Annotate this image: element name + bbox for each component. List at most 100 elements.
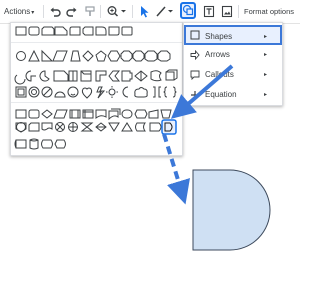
flowchart-preparation-shape xyxy=(134,109,148,119)
donut-hole xyxy=(31,89,37,95)
line-tool-button[interactable] xyxy=(155,3,177,20)
round-corner-rectangle-shape xyxy=(69,26,81,36)
text-box-icon xyxy=(203,5,215,18)
chevron-right-icon: ▸ xyxy=(264,92,268,98)
shapes-palette xyxy=(10,22,183,156)
pie-shape xyxy=(14,74,26,85)
pie-wedge-shape xyxy=(39,70,50,82)
heart-shape xyxy=(81,87,93,99)
chevron-right-icon: ▸ xyxy=(264,72,268,78)
sun-rays xyxy=(106,86,118,98)
flowchart-stored-data-shape xyxy=(135,122,146,132)
flowchart-delay-shape-small xyxy=(149,122,162,132)
square-shape-icon xyxy=(190,30,200,40)
snip-corner-rectangle-shape xyxy=(41,26,55,36)
rectangle-shapes-row xyxy=(15,26,133,36)
menu-item-label: Shapes xyxy=(205,32,233,41)
dodecagon-shape xyxy=(157,50,171,62)
flowchart-alternate-process-shape xyxy=(28,109,40,119)
chevron-down-icon: ▾ xyxy=(31,10,35,16)
moon-shape xyxy=(122,86,129,98)
drawing-editor: Actions▾ Format options Shapes ▸ Arrows … xyxy=(0,0,300,283)
menu-item-callouts[interactable]: Callouts ▸ xyxy=(184,65,282,85)
lightning-bolt-shape xyxy=(96,86,106,99)
flowchart-sort-shape xyxy=(95,122,107,132)
flowchart-manual-input-shape xyxy=(148,109,159,119)
trapezoid-shape xyxy=(70,50,81,62)
plus-icon xyxy=(191,91,199,99)
undo-button[interactable] xyxy=(49,3,61,20)
image-button[interactable] xyxy=(221,3,233,20)
text-box-button[interactable] xyxy=(203,3,215,20)
chevron-right-icon: ▸ xyxy=(264,34,268,40)
sun-shape xyxy=(108,88,116,96)
drawing-toolbar: Actions▾ Format options xyxy=(0,0,300,24)
menu-item-shapes[interactable]: Shapes ▸ xyxy=(184,25,282,45)
redo-icon xyxy=(66,7,77,17)
shape-icon xyxy=(182,4,194,16)
chevron-right-icon: ▸ xyxy=(264,52,268,58)
flowchart-process-shape xyxy=(15,109,27,119)
shape-tool-button[interactable] xyxy=(180,2,196,19)
predefined-process-lines xyxy=(71,110,79,118)
plaque-shape xyxy=(80,70,92,82)
triangle-shape xyxy=(28,49,40,62)
undo-icon xyxy=(50,7,61,17)
redo-button[interactable] xyxy=(66,3,78,20)
flowchart-multidocument-shape xyxy=(108,108,121,121)
basic-shapes-row-1 xyxy=(16,49,171,62)
menu-item-label: Equation xyxy=(205,90,237,99)
paint-format-button[interactable] xyxy=(84,3,96,20)
menu-item-label: Arrows xyxy=(205,50,230,59)
frame-inner xyxy=(17,88,25,96)
cross-shape xyxy=(121,70,133,82)
paint-format-icon xyxy=(85,6,95,16)
actions-menu[interactable]: Actions▾ xyxy=(4,3,34,20)
menu-item-arrows[interactable]: Arrows ▸ xyxy=(184,45,282,65)
toolbar-divider xyxy=(238,5,239,18)
flowchart-document-shape xyxy=(95,109,107,120)
drawn-delay-shape[interactable] xyxy=(192,169,271,251)
bevel-shape xyxy=(165,69,178,81)
round-single-corner-shape xyxy=(95,26,107,36)
parallelogram-shape xyxy=(52,50,68,62)
round-diagonal-rectangle-shape xyxy=(108,26,120,36)
flowchart-sequential-access-storage-shape xyxy=(14,139,27,149)
flowchart-decision-shape xyxy=(41,109,53,119)
callout-icon xyxy=(190,70,200,80)
flowchart-collate-shape xyxy=(80,122,94,132)
flowchart-terminator-shape xyxy=(121,109,133,119)
right-triangle-shape xyxy=(41,49,54,62)
image-icon xyxy=(221,5,233,18)
format-options-button[interactable]: Format options xyxy=(244,3,294,20)
summing-junction-x xyxy=(56,123,64,131)
smiley-mouth xyxy=(70,93,76,96)
internal-storage-lines xyxy=(83,110,93,118)
menu-item-label: Callouts xyxy=(205,70,234,79)
cloud-shape xyxy=(134,87,148,98)
menu-item-equation[interactable]: Equation ▸ xyxy=(184,85,282,105)
flowchart-punched-tape-shape xyxy=(41,122,53,131)
cursor-icon xyxy=(141,6,149,18)
octagon-shape xyxy=(132,50,145,62)
brace-pair-shape xyxy=(163,86,177,98)
actions-label: Actions xyxy=(4,7,31,16)
chevron-shape xyxy=(108,70,121,82)
toolbar-divider xyxy=(132,5,133,18)
flowchart-manual-operation-shape xyxy=(160,109,172,119)
arrow-icon xyxy=(190,50,200,60)
flowchart-display-shape xyxy=(54,139,66,149)
diamond-shape xyxy=(82,50,94,62)
bracket-pair-shape xyxy=(153,86,161,98)
zoom-button[interactable] xyxy=(106,3,128,20)
flowchart-extract-shape xyxy=(108,122,120,132)
shape-grid xyxy=(14,26,178,150)
flowchart-merge-shape xyxy=(121,122,133,132)
hexagon-shape xyxy=(107,50,121,62)
flowchart-shapes-row-3 xyxy=(14,138,66,150)
no-symbol-slash xyxy=(43,88,51,96)
select-tool-button[interactable] xyxy=(138,3,150,20)
folded-corner-shape xyxy=(53,70,69,82)
decagon-shape xyxy=(144,50,158,62)
snip-diagonal-rectangle-shape xyxy=(82,26,94,36)
